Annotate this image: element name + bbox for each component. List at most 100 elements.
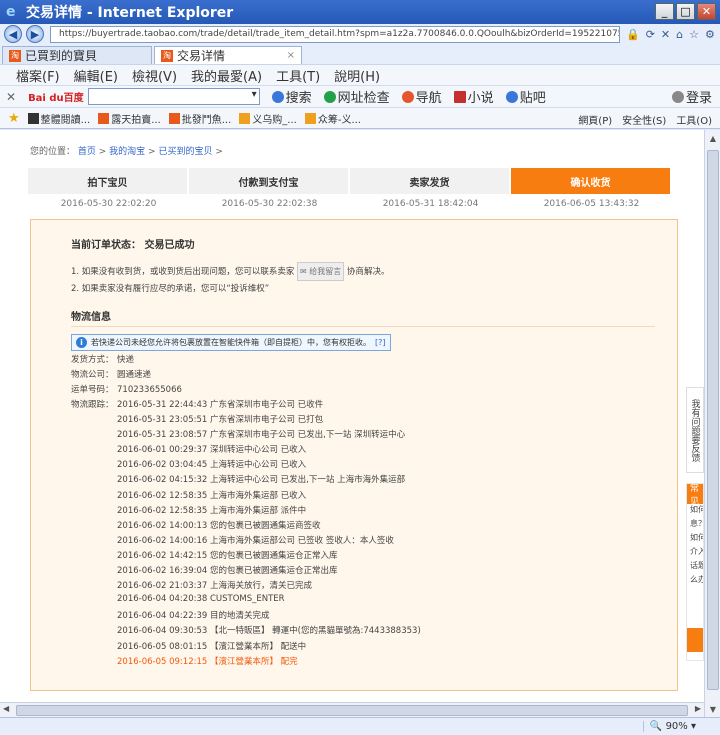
favorites-star-icon[interactable]: ☆	[689, 28, 699, 41]
tracking-row: 2016-06-02 03:04:45 上海转运中心公司 已收入	[117, 460, 307, 471]
menu-file[interactable]: 檔案(F)	[16, 66, 60, 85]
minimize-button[interactable]: _	[655, 3, 674, 20]
fav-label: 露天拍賣...	[111, 114, 161, 126]
leave-message-label: 给我留言	[309, 267, 342, 276]
maximize-button[interactable]: □	[676, 3, 695, 20]
scroll-left-icon[interactable]: ◀	[3, 704, 9, 713]
window-title: 交易详情 - Internet Explorer	[26, 5, 234, 21]
waybill-value: 710233655066	[117, 385, 182, 395]
settings-gear-icon[interactable]: ⚙	[705, 28, 715, 41]
status-bar: 🔍 90% ▾	[0, 717, 720, 735]
menu-help[interactable]: 說明(H)	[334, 66, 380, 85]
baidu-check-button[interactable]: 网址检查	[323, 87, 390, 106]
faq-line[interactable]: 息？	[687, 518, 703, 532]
tracking-row: 2016-06-02 12:58:35 上海市海外集运部 已收入	[117, 490, 307, 501]
fav-item[interactable]: 整體閱讀...	[27, 111, 90, 126]
menu-favorites[interactable]: 我的最愛(A)	[191, 66, 262, 85]
tip-text: 协商解决。	[346, 267, 390, 277]
page-viewport: 您的位置： 首页 > 我的淘宝 > 已买到的宝贝 > 拍下宝贝 付款到支付宝 卖…	[0, 130, 704, 717]
stop-icon[interactable]: ✕	[661, 28, 670, 41]
step-placed: 拍下宝贝	[28, 168, 189, 194]
notice-text: 若快递公司未经您允许将包裹放置在智能快件箱（即自提柜）中，您有权拒收。	[91, 338, 371, 347]
tracking-row: 2016-05-31 22:44:43 广东省深圳市电子公司 已收件	[117, 400, 324, 410]
tab-trade-detail[interactable]: 淘 交易详情 ×	[154, 46, 302, 64]
fav-label: 批發鬥魚...	[181, 114, 232, 126]
zoom-level[interactable]: 🔍 90% ▾	[642, 721, 696, 732]
divider	[71, 326, 655, 327]
tracking-row: 2016-06-05 09:12:15 【濱江營業本所】 配完	[117, 656, 298, 667]
refresh-icon[interactable]: ⟳	[646, 28, 655, 41]
lock-icon[interactable]: 🔒	[626, 28, 640, 41]
tieba-icon	[505, 90, 518, 103]
taobao-favicon-icon: 淘	[9, 49, 21, 62]
faq-line[interactable]: 介入	[687, 546, 703, 560]
tab-close-icon[interactable]: ×	[287, 50, 295, 61]
tracking-row: 2016-06-02 14:00:16 上海市海外集运部公司 已签收 签收人：本…	[117, 535, 394, 546]
menu-tools[interactable]: 工具(T)	[276, 66, 320, 85]
address-bar: ◀ ▶ https://buyertrade.taobao.com/trade/…	[0, 24, 720, 44]
menu-edit[interactable]: 編輯(E)	[74, 66, 118, 85]
order-status-panel: 当前订单状态： 交易已成功 1. 如果没有收到货，或收到货后出现问题，您可以联系…	[30, 219, 678, 691]
url-text: https://buyertrade.taobao.com/trade/deta…	[59, 29, 620, 39]
vertical-scrollbar[interactable]: ▲ ▼	[704, 130, 720, 717]
menu-view[interactable]: 檢視(V)	[132, 66, 177, 85]
notice-help-link[interactable]: [?]	[375, 338, 386, 347]
breadcrumb-purchased-link[interactable]: 已买到的宝贝	[158, 147, 212, 157]
tab-label: 交易详情	[177, 49, 226, 63]
tab-bar: 淘 已買到的寶貝 淘 交易详情 ×	[0, 44, 720, 64]
breadcrumb-label: 您的位置：	[30, 147, 76, 157]
window-controls: _ □ ✕	[655, 3, 716, 20]
site-icon	[98, 112, 110, 124]
scroll-right-icon[interactable]: ▶	[695, 704, 701, 713]
back-button[interactable]: ◀	[4, 25, 22, 43]
favorites-star-icon[interactable]: ★	[8, 111, 20, 126]
faq-line[interactable]: 么办	[687, 574, 703, 588]
baidu-search-button[interactable]: 搜索	[271, 87, 312, 106]
scroll-thumb[interactable]	[707, 150, 719, 690]
order-status-title: 当前订单状态： 交易已成功	[71, 240, 195, 251]
close-window-button[interactable]: ✕	[697, 3, 716, 20]
tab-purchased[interactable]: 淘 已買到的寶貝	[2, 46, 152, 64]
tracking-row: 2016-06-02 14:00:13 您的包裹已被圆通集运商签收	[117, 520, 321, 531]
fav-item[interactable]: 露天拍賣...	[98, 111, 161, 126]
home-icon[interactable]: ⌂	[676, 28, 683, 41]
tracking-row: 2016-06-02 04:15:32 上海转运中心公司 已发出,下一站 上海市…	[117, 475, 406, 486]
baidu-tieba-button[interactable]: 贴吧	[505, 87, 546, 106]
step-confirmed: 确认收货	[511, 168, 672, 194]
faq-line[interactable]: 如何	[687, 504, 703, 518]
waybill-label: 运单号码：	[71, 385, 114, 395]
user-icon	[671, 90, 684, 103]
book-icon	[453, 90, 466, 103]
faq-action-button[interactable]	[687, 628, 703, 652]
breadcrumb-mytaobao-link[interactable]: 我的淘宝	[109, 147, 145, 157]
breadcrumb: 您的位置： 首页 > 我的淘宝 > 已买到的宝贝 >	[30, 147, 223, 157]
baidu-item-label: 导航	[415, 91, 442, 106]
fav-item[interactable]: 批發鬥魚...	[168, 111, 232, 126]
horizontal-scrollbar[interactable]: ◀ ▶	[0, 702, 704, 717]
faq-line[interactable]: 话题	[687, 560, 703, 574]
fav-item[interactable]: 义乌购_...	[239, 111, 297, 126]
leave-message-button[interactable]: ✉ 给我留言	[297, 262, 345, 281]
fav-item[interactable]: 众筹-义...	[304, 111, 361, 126]
tracking-row: 2016-06-02 12:58:35 上海市海外集运部 派件中	[117, 505, 307, 516]
baidu-search-input[interactable]	[87, 88, 260, 105]
feedback-tab[interactable]: 我有问题要反馈	[686, 387, 704, 473]
baidu-nav-button[interactable]: 导航	[401, 87, 442, 106]
safety-menu[interactable]: 安全性(S)	[622, 112, 666, 127]
url-input[interactable]: https://buyertrade.taobao.com/trade/deta…	[50, 25, 620, 43]
scroll-down-icon[interactable]: ▼	[706, 702, 720, 716]
tracking-row: 2016-06-05 08:01:15 【濱江營業本所】 配送中	[117, 641, 307, 652]
toolbar-close-icon[interactable]: ✕	[6, 90, 16, 104]
tracking-row: 2016-06-04 04:20:38 CUSTOMS_ENTER	[117, 594, 285, 605]
waybill-row: 运单号码： 710233655066	[71, 383, 182, 395]
faq-line[interactable]: 如何	[687, 532, 703, 546]
tools-menu[interactable]: 工具(O)	[676, 112, 712, 127]
hscroll-thumb[interactable]	[16, 705, 688, 716]
forward-button[interactable]: ▶	[26, 25, 44, 43]
tracking-row: 2016-05-31 23:08:57 广东省深圳市电子公司 已发出,下一站 深…	[117, 430, 406, 441]
baidu-novel-button[interactable]: 小说	[453, 87, 494, 106]
breadcrumb-home-link[interactable]: 首页	[78, 147, 96, 157]
page-menu[interactable]: 網頁(P)	[578, 112, 612, 127]
baidu-login-button[interactable]: 登录	[671, 87, 712, 106]
scroll-up-icon[interactable]: ▲	[706, 131, 720, 145]
